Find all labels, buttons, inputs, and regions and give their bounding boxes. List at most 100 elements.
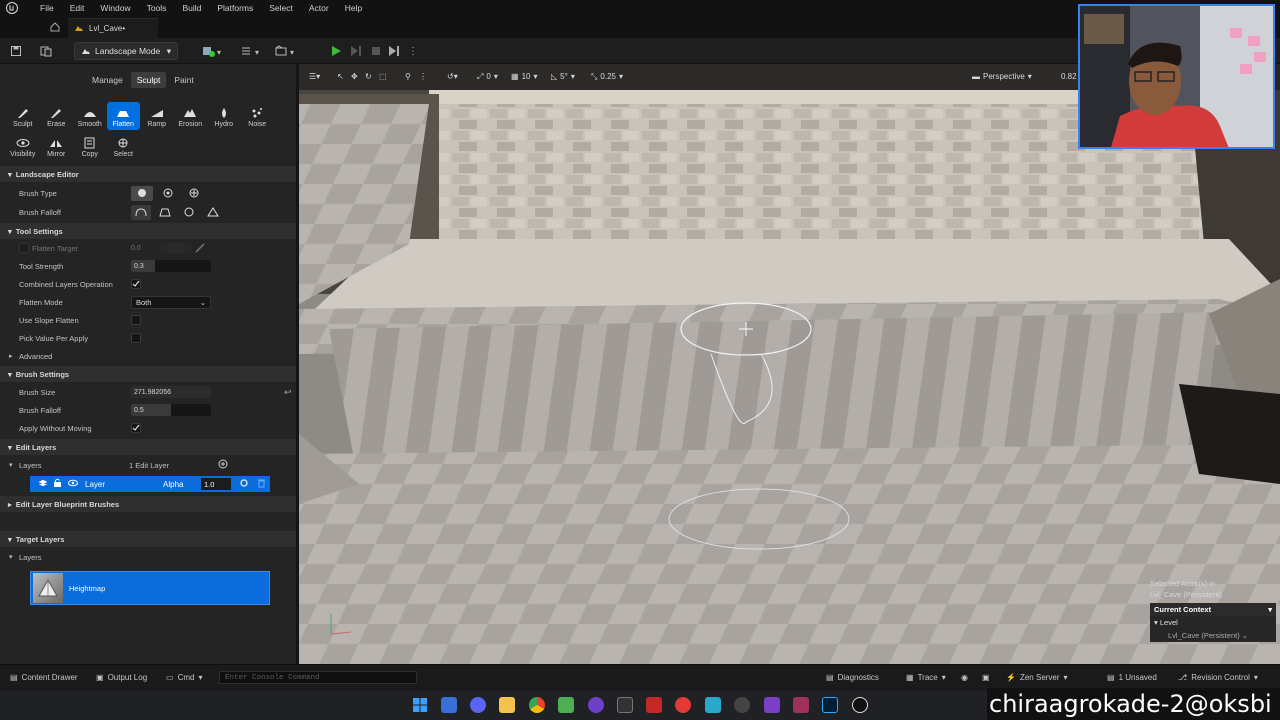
context-level-row[interactable]: ▾ Level (1150, 616, 1276, 629)
advanced-row[interactable]: ▸ Advanced (0, 347, 296, 365)
world-local-icon[interactable]: ⚲ (405, 72, 411, 81)
section-tool-settings[interactable]: ▾ Tool Settings (0, 223, 296, 239)
app-icon-5[interactable] (734, 697, 750, 713)
record-icon[interactable]: ◉ (961, 673, 968, 682)
menu-edit[interactable]: Edit (70, 3, 85, 13)
notepad-icon[interactable] (558, 697, 574, 713)
combined-layers-checkbox[interactable] (131, 279, 141, 289)
viewport-options-icon[interactable]: ☰▾ (309, 72, 320, 81)
fov-value[interactable]: 0.82 (1061, 72, 1077, 81)
lock-icon[interactable] (53, 478, 62, 490)
use-slope-checkbox[interactable] (131, 315, 141, 325)
skip-forward-icon[interactable] (350, 42, 362, 60)
level-tab[interactable]: Lvl_Cave• (68, 18, 158, 38)
context-level-value-row[interactable]: Lvl_Cave (Persistent) ⌄ (1150, 629, 1276, 642)
landscape-mode-dropdown[interactable]: Landscape Mode ▾ (74, 42, 178, 60)
blueprint-icon[interactable]: ▾ (240, 42, 262, 60)
tool-smooth[interactable]: Smooth (73, 102, 107, 130)
output-log-button[interactable]: ▣ Output Log (96, 673, 147, 682)
cmd-dropdown[interactable]: ▭ Cmd ▾ (166, 673, 202, 682)
tab-manage[interactable]: Manage (86, 72, 129, 88)
brush-pattern-icon[interactable] (183, 186, 205, 201)
chevron-down-icon[interactable]: ▾ (9, 461, 13, 469)
translate-snap[interactable]: ⤢ 0 ▾ (477, 72, 498, 82)
discord-icon[interactable] (470, 697, 486, 713)
menu-actor[interactable]: Actor (309, 3, 329, 13)
scale-icon[interactable]: ⬚ (379, 72, 387, 81)
section-blueprint-brushes[interactable]: ▸ Edit Layer Blueprint Brushes (0, 496, 296, 512)
menu-file[interactable]: File (40, 3, 54, 13)
trash-icon[interactable] (257, 478, 266, 490)
stop-icon[interactable] (370, 42, 382, 60)
section-landscape-editor[interactable]: ▾ Landscape Editor (0, 166, 296, 182)
falloff-tip-icon[interactable] (203, 205, 223, 220)
tool-sculpt[interactable]: Sculpt (6, 102, 40, 130)
falloff-smooth-icon[interactable] (131, 204, 151, 220)
app-icon-3[interactable] (675, 697, 691, 713)
terminal-app-icon[interactable] (617, 697, 633, 713)
viewport-more-icon[interactable]: ⋮ (419, 72, 427, 81)
visual-studio-icon[interactable] (764, 697, 780, 713)
console-input[interactable]: Enter Console Command (219, 671, 417, 684)
content-drawer-button[interactable]: ▤ Content Drawer (10, 673, 78, 682)
level-viewport[interactable]: ☰▾ ↖ ✥ ↻ ⬚ ⚲ ⋮ ↺▾ ⤢ 0 ▾ ▦ 10 ▾ ◺ 5° ▾ ⤡ 0.25 ▾ ▬… (299, 64, 1280, 664)
tool-strength-input[interactable]: 0.3 (131, 260, 211, 272)
unsaved-button[interactable]: ▤ 1 Unsaved (1107, 673, 1157, 682)
menu-tools[interactable]: Tools (147, 3, 167, 13)
tool-erase[interactable]: Erase (40, 102, 74, 130)
tool-erosion[interactable]: Erosion (174, 102, 208, 130)
grid-snap[interactable]: ▦ 10 ▾ (511, 72, 537, 81)
rotation-snap[interactable]: ◺ 5° ▾ (551, 72, 575, 81)
tool-visibility[interactable]: Visibility (6, 132, 40, 160)
falloff-linear-icon[interactable] (155, 205, 175, 220)
current-context-header[interactable]: Current Context ▾ (1150, 603, 1276, 616)
edit-layer-row[interactable]: Layer Alpha 1.0 (30, 476, 270, 492)
github-icon[interactable] (588, 697, 604, 713)
eyedropper-icon[interactable] (195, 243, 205, 253)
flatten-target-slider[interactable] (161, 243, 191, 253)
cinematics-icon[interactable]: ▾ (275, 42, 297, 60)
revision-control-dropdown[interactable]: ⎇ Revision Control ▾ (1178, 673, 1258, 682)
surface-snap-icon[interactable]: ↺▾ (447, 72, 458, 81)
app-icon-6[interactable] (793, 697, 809, 713)
app-icon-4[interactable] (705, 697, 721, 713)
tool-mirror[interactable]: Mirror (40, 132, 74, 160)
section-edit-layers[interactable]: ▾ Edit Layers (0, 439, 296, 455)
trace-dropdown[interactable]: ▦ Trace ▾ (906, 673, 946, 682)
brush-alpha-icon[interactable] (157, 186, 179, 201)
windows-start-icon[interactable] (412, 697, 428, 713)
rotate-icon[interactable]: ↻ (365, 72, 372, 81)
translate-icon[interactable]: ✥ (351, 72, 358, 81)
unreal-taskbar-icon[interactable] (852, 697, 868, 713)
brush-falloff-input[interactable]: 0.5 (131, 404, 211, 416)
tool-noise[interactable]: Noise (241, 102, 275, 130)
app-icon-1[interactable] (441, 697, 457, 713)
menu-help[interactable]: Help (345, 3, 362, 13)
pick-value-checkbox[interactable] (131, 333, 141, 343)
reset-icon[interactable]: ↩ (284, 387, 292, 398)
eye-icon[interactable] (68, 479, 78, 489)
tool-select[interactable]: Select (107, 132, 141, 160)
alpha-input[interactable]: 1.0 (201, 478, 231, 490)
chevron-down-icon[interactable]: ▾ (9, 553, 13, 561)
content-browser-icon[interactable] (40, 42, 52, 60)
diagnostics-button[interactable]: ▤ Diagnostics (826, 673, 879, 682)
flatten-mode-dropdown[interactable]: Both ⌄ (131, 295, 211, 309)
chrome-icon[interactable] (529, 697, 545, 713)
save-icon[interactable] (10, 42, 22, 60)
snapshot-icon[interactable]: ▣ (982, 673, 990, 682)
add-actor-icon[interactable]: ▾ (202, 42, 224, 60)
brush-size-input[interactable]: 271.982056 (131, 386, 211, 398)
add-layer-icon[interactable] (218, 459, 228, 471)
tab-paint[interactable]: Paint (168, 72, 199, 88)
heightmap-layer[interactable]: Heightmap (30, 571, 270, 605)
layer-settings-icon[interactable] (239, 478, 249, 490)
tool-flatten[interactable]: Flatten (106, 102, 140, 130)
tab-sculpt[interactable]: Sculpt (130, 72, 167, 88)
tool-copy[interactable]: Copy (73, 132, 107, 160)
more-options-icon[interactable]: ⋮ (408, 42, 418, 60)
zen-server-dropdown[interactable]: ⚡ Zen Server ▾ (1006, 673, 1068, 682)
eject-icon[interactable] (388, 42, 400, 60)
menu-platforms[interactable]: Platforms (217, 3, 253, 13)
tool-ramp[interactable]: Ramp (140, 102, 174, 130)
